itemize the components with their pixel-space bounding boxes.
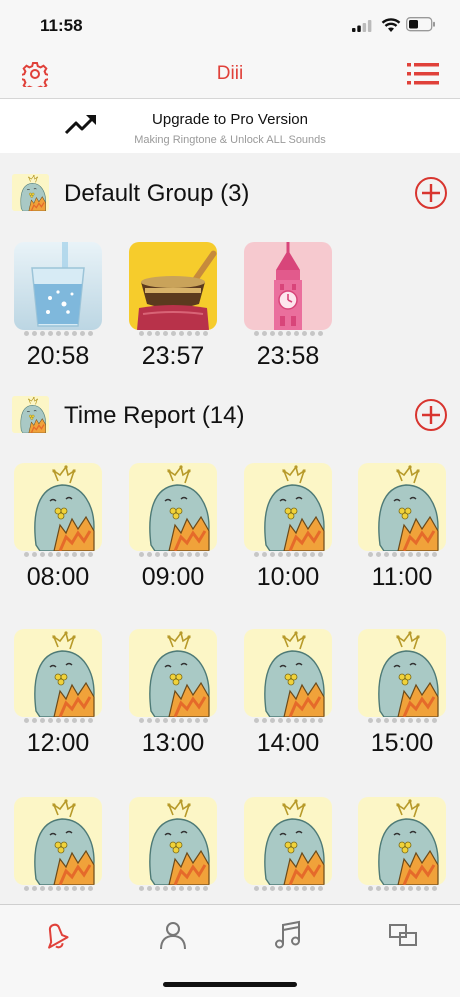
page-dots (358, 885, 446, 893)
add-circle-icon[interactable] (414, 176, 448, 210)
group-avatar-icon (12, 396, 49, 433)
bell-icon[interactable] (41, 919, 73, 951)
page-dots (129, 551, 217, 559)
status-bar: 11:58 (0, 0, 460, 50)
group-avatar-icon (12, 174, 49, 211)
group-title: Default Group (3) (64, 180, 250, 207)
bird-character-thumbnail (14, 629, 102, 717)
bird-character-thumbnail (14, 463, 102, 551)
cellular-signal-icon (352, 20, 372, 32)
bird-character-thumbnail (244, 463, 332, 551)
bird-character-thumbnail (244, 797, 332, 885)
tile-label: 13:00 (141, 729, 205, 757)
water-glass-thumbnail (14, 242, 102, 330)
bird-character-thumbnail (129, 629, 217, 717)
page-dots (244, 551, 332, 559)
status-time: 11:58 (40, 16, 83, 35)
wifi-icon (381, 18, 401, 32)
add-circle-icon[interactable] (414, 398, 448, 432)
app-title: Diii (216, 63, 244, 84)
upgrade-subtitle: Making Ringtone & Unlock ALL Sounds (134, 134, 326, 146)
tile-label: 11:00 (371, 563, 433, 591)
bird-character-thumbnail (14, 797, 102, 885)
tile-label: 09:00 (141, 563, 205, 591)
group-header-time-report: Time Report (14) (0, 393, 460, 437)
bird-character-thumbnail (358, 629, 446, 717)
tile-label: 12:00 (26, 729, 90, 757)
page-dots (129, 885, 217, 893)
clock-tower-thumbnail (244, 242, 332, 330)
tile-label: 08:00 (26, 563, 90, 591)
bird-character-thumbnail (129, 797, 217, 885)
tile-label: 10:00 (256, 563, 320, 591)
page-dots (14, 885, 102, 893)
page-dots (244, 717, 332, 725)
page-dots (358, 551, 446, 559)
page-dots (244, 885, 332, 893)
page-dots (358, 717, 446, 725)
battery-icon (406, 17, 435, 32)
tile-label: 15:00 (370, 729, 434, 757)
bird-character-thumbnail (358, 463, 446, 551)
upgrade-banner[interactable]: Upgrade to Pro Version Making Ringtone &… (0, 99, 460, 153)
tile-label: 23:58 (256, 342, 320, 370)
group-title: Time Report (14) (64, 402, 245, 429)
page-dots (14, 330, 102, 338)
navigation-bar: Diii (0, 50, 460, 99)
bird-character-thumbnail (358, 797, 446, 885)
page-dots (244, 330, 332, 338)
tile-label: 20:58 (26, 342, 90, 370)
page-dots (14, 717, 102, 725)
tile-label: 14:00 (256, 729, 320, 757)
page-dots (14, 551, 102, 559)
page-dots (129, 330, 217, 338)
singing-bowl-thumbnail (129, 242, 217, 330)
group-header-default: Default Group (3) (0, 171, 460, 215)
page-dots (129, 717, 217, 725)
bird-character-thumbnail (129, 463, 217, 551)
music-note-icon[interactable] (272, 919, 304, 951)
person-icon[interactable] (157, 919, 189, 951)
upgrade-title: Upgrade to Pro Version (152, 111, 308, 128)
list-icon[interactable] (407, 63, 439, 85)
copy-icon[interactable] (387, 919, 419, 951)
bird-character-thumbnail (244, 629, 332, 717)
tile-label: 23:57 (141, 342, 205, 370)
home-indicator (163, 982, 297, 987)
